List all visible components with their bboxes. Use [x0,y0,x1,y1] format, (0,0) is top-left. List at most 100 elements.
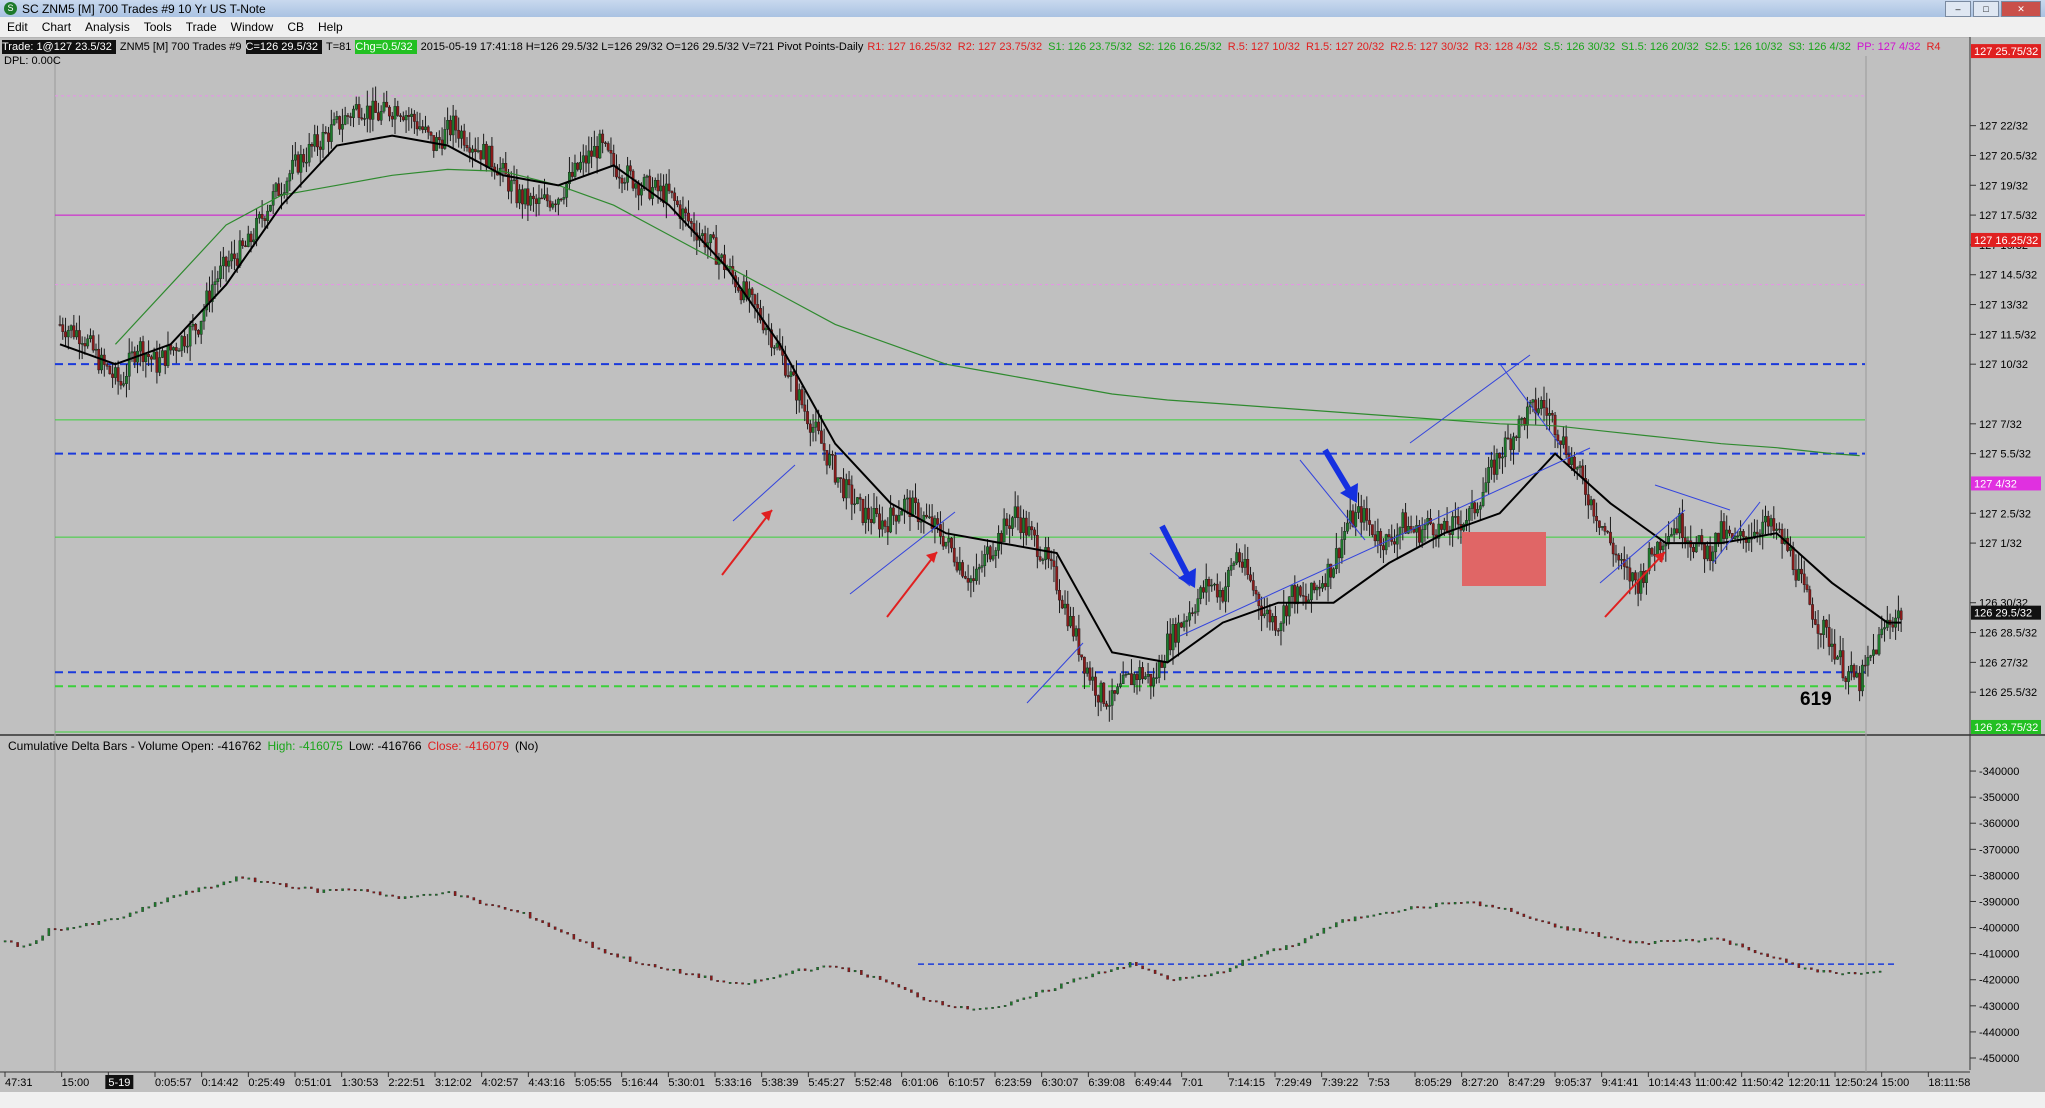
delta-bar [1235,965,1238,969]
delta-bar [666,968,669,971]
delta-bar [616,953,619,958]
candle [291,159,294,174]
delta-bar [885,979,888,983]
delta-bar [1410,906,1413,910]
delta-bar [1353,916,1357,922]
candle [58,324,62,326]
delta-bar [703,975,707,978]
candle [285,180,289,193]
candle [227,260,231,267]
candle [1431,523,1435,536]
delta-bar [953,1006,957,1009]
candle [847,479,851,486]
candle [545,194,549,202]
candle [1492,459,1496,475]
delta-bar [1241,959,1244,966]
candle [1802,573,1806,585]
candle [1609,531,1612,544]
candle [1703,543,1706,560]
candle [316,134,319,148]
candle [1019,517,1023,533]
candle [332,119,336,125]
candle [645,175,649,178]
delta-bar [585,941,588,944]
candle [1631,572,1634,582]
candle [581,155,585,163]
candle [1190,612,1194,614]
candle [86,338,90,347]
candle [1251,580,1255,591]
delta-bar [341,888,344,891]
candle [880,520,884,530]
candle [108,366,112,375]
delta-bar [178,894,182,897]
delta-bar [185,890,188,895]
delta-bar [1516,911,1519,915]
candle [255,217,258,241]
delta-bar [1822,970,1826,973]
candle [634,183,638,189]
candle [1102,682,1106,704]
candle [1008,525,1012,529]
candle [460,130,463,139]
delta-bar [922,996,926,1001]
pivot-label: R1.5: 127 20/32 [1305,41,1385,53]
candle [1628,567,1632,582]
delta-bar [278,883,282,885]
candle [172,347,175,351]
delta-bar [772,977,776,979]
candle [540,197,544,200]
candle [346,115,350,117]
candle [623,182,627,184]
time-label: 0:14:42 [202,1077,239,1089]
candle [1575,467,1579,470]
candle [1188,612,1192,621]
delta-bar [672,968,676,971]
candle [1606,530,1610,533]
candle [747,288,751,298]
delta-bar [503,907,507,910]
pivot-label: S2.5: 126 10/32 [1704,41,1783,53]
candle [1404,512,1407,534]
candle [844,479,848,499]
delta-bar [78,925,82,928]
time-label: 5:52:48 [855,1077,892,1089]
candle [1805,584,1809,590]
delta-bar [97,921,101,925]
candle [1838,650,1842,658]
candle [429,131,433,136]
delta-bar [1060,983,1063,989]
delta-bar [1872,971,1876,974]
candle [1035,535,1039,557]
candle [446,120,450,130]
candle [576,162,580,170]
delta-bar [1428,906,1432,909]
delta-bar [1503,907,1507,910]
time-label: 11:00:42 [1695,1077,1737,1089]
candle [1420,529,1424,543]
candle [421,126,425,130]
delta-bar [85,923,88,927]
delta-bar [1616,937,1619,941]
candle [664,183,668,204]
candle [1603,526,1607,532]
candle [1708,545,1712,562]
delta-bar [66,927,69,931]
candle [415,121,419,130]
delta-bar [916,992,919,998]
price-chart[interactable]: 127 22/32 127 20.5/32 127 19/32 127 17.5/32… [0,0,2045,1108]
candle [269,205,272,212]
candle [338,116,342,130]
candle [1858,672,1862,692]
candle [681,208,685,219]
candle [1154,677,1158,679]
candle [825,450,829,466]
delta-bar [22,945,26,948]
cumulative-delta-title: Cumulative Delta Bars - Volume Open: -41… [8,739,544,753]
candle [584,155,588,164]
delta-bar [1685,938,1688,941]
delta-bar [172,895,176,898]
candle [1376,531,1380,542]
candle [1174,624,1178,643]
delta-bar [1497,907,1501,909]
